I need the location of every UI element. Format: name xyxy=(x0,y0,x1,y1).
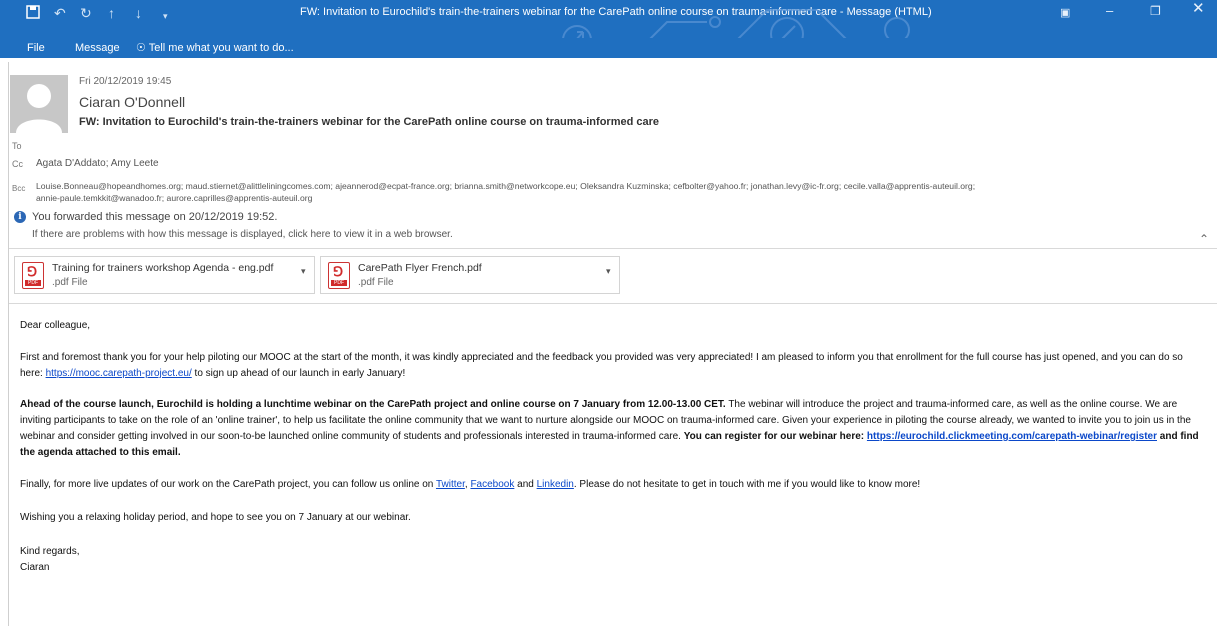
linkedin-link[interactable]: Linkedin xyxy=(537,479,574,490)
attachment-name: CarePath Flyer French.pdf xyxy=(358,262,482,274)
forwarded-notice: You forwarded this message on 20/12/2019… xyxy=(32,211,278,223)
facebook-link[interactable]: Facebook xyxy=(470,479,514,490)
paragraph-2: Ahead of the course launch, Eurochild is… xyxy=(20,397,1208,461)
person-icon xyxy=(16,84,62,133)
attachment-type: .pdf File xyxy=(52,277,88,288)
customize-quick-access-icon[interactable]: ▾ xyxy=(163,7,168,25)
text: . Please do not hesitate to get in touch… xyxy=(573,479,921,490)
attachment-name: Training for trainers workshop Agenda - … xyxy=(52,262,274,274)
divider xyxy=(9,303,1217,304)
cc-recipients[interactable]: Agata D'Addato; Amy Leete xyxy=(36,158,159,170)
paragraph-4: Wishing you a relaxing holiday period, a… xyxy=(20,512,411,523)
ribbon-display-options-icon[interactable]: ▣ xyxy=(1060,5,1070,21)
greeting: Dear colleague, xyxy=(20,320,91,331)
signature: Ciaran xyxy=(20,562,50,573)
cc-label: Cc xyxy=(12,159,23,169)
to-label: To xyxy=(12,141,22,151)
reading-pane xyxy=(8,62,1217,626)
bcc-recipients-line-1[interactable]: Louise.Bonneau@hopeandhomes.org; maud.st… xyxy=(36,180,975,192)
arrow-down-icon[interactable]: ↓ xyxy=(135,4,142,22)
tab-file[interactable]: File xyxy=(27,41,45,55)
paragraph-3: Finally, for more live updates of our wo… xyxy=(20,477,1208,493)
bcc-label: Bcc xyxy=(12,184,26,193)
ribbon-tabs: File Message ☉ Tell me what you want to … xyxy=(0,38,1217,58)
twitter-link[interactable]: Twitter xyxy=(436,479,465,490)
restore-icon[interactable]: ❐ xyxy=(1150,3,1161,19)
paragraph-1: First and foremost thank you for your he… xyxy=(20,350,1208,382)
undo-icon[interactable]: ↶ xyxy=(54,4,66,22)
message-date: Fri 20/12/2019 19:45 xyxy=(79,76,172,87)
tab-message[interactable]: Message xyxy=(75,41,120,55)
pdf-icon: ⅁ PDF xyxy=(22,262,44,289)
bcc-recipients-line-2[interactable]: annie-paule.temkkit@wanadoo.fr; aurore.c… xyxy=(36,192,312,204)
mooc-link[interactable]: https://mooc.carepath-project.eu/ xyxy=(46,368,192,379)
sender-name[interactable]: Ciaran O'Donnell xyxy=(79,94,185,110)
tell-me-search[interactable]: ☉ Tell me what you want to do... xyxy=(136,41,294,55)
message-subject: FW: Invitation to Eurochild's train-the-… xyxy=(79,116,659,128)
pdf-icon: ⅁ PDF xyxy=(328,262,350,289)
bold-link-text: https://eurochild.clickmeeting.com/carep… xyxy=(866,431,1157,442)
attachment-menu-icon[interactable]: ▾ xyxy=(301,266,306,277)
attachment-flyer[interactable]: ⅁ PDF CarePath Flyer French.pdf .pdf File… xyxy=(320,256,620,294)
view-in-browser-notice[interactable]: If there are problems with how this mess… xyxy=(32,229,453,240)
info-icon: i xyxy=(14,211,26,223)
title-bar: ↶ ↻ ↑ ↓ ▾ FW: Invitation to Eurochild's … xyxy=(0,0,1217,55)
attachment-menu-icon[interactable]: ▾ xyxy=(606,266,611,277)
bold-text: You can register for our webinar here: xyxy=(683,431,867,442)
lightbulb-icon: ☉ xyxy=(136,42,146,54)
tell-me-label: Tell me what you want to do... xyxy=(148,42,294,54)
redo-icon[interactable]: ↻ xyxy=(80,4,92,22)
save-icon[interactable] xyxy=(26,5,40,19)
minimize-icon[interactable]: – xyxy=(1106,3,1113,19)
webinar-register-link[interactable]: https://eurochild.clickmeeting.com/carep… xyxy=(867,431,1157,442)
bold-text: Ahead of the course launch, Eurochild is… xyxy=(20,399,726,410)
collapse-header-icon[interactable]: ⌃ xyxy=(1199,232,1209,246)
avatar[interactable] xyxy=(10,75,68,133)
attachment-type: .pdf File xyxy=(358,277,394,288)
text: and xyxy=(514,479,537,490)
arrow-up-icon[interactable]: ↑ xyxy=(108,4,115,22)
closing: Kind regards, xyxy=(20,546,80,557)
close-icon[interactable]: ✕ xyxy=(1192,1,1205,17)
text: to sign up ahead of our launch in early … xyxy=(191,368,406,379)
attachment-agenda[interactable]: ⅁ PDF Training for trainers workshop Agen… xyxy=(14,256,315,294)
divider xyxy=(9,248,1217,249)
text: Finally, for more live updates of our wo… xyxy=(20,479,436,490)
